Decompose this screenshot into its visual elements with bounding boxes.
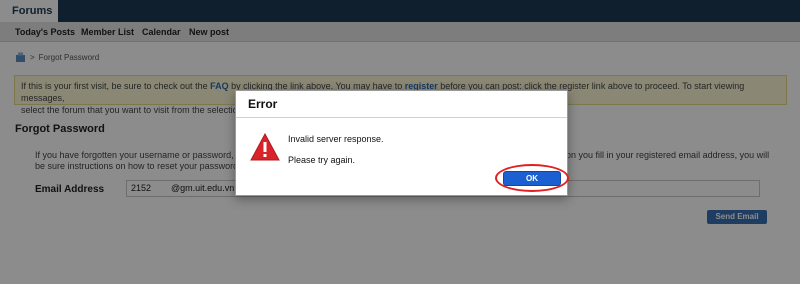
error-message: Invalid server response. bbox=[288, 134, 384, 144]
warning-icon bbox=[250, 133, 280, 161]
dialog-divider bbox=[236, 117, 567, 118]
error-submessage: Please try again. bbox=[288, 155, 356, 165]
error-dialog: Error Invalid server response. Please tr… bbox=[235, 90, 569, 196]
dialog-title: Error bbox=[248, 97, 278, 111]
ok-button[interactable]: OK bbox=[503, 171, 561, 186]
